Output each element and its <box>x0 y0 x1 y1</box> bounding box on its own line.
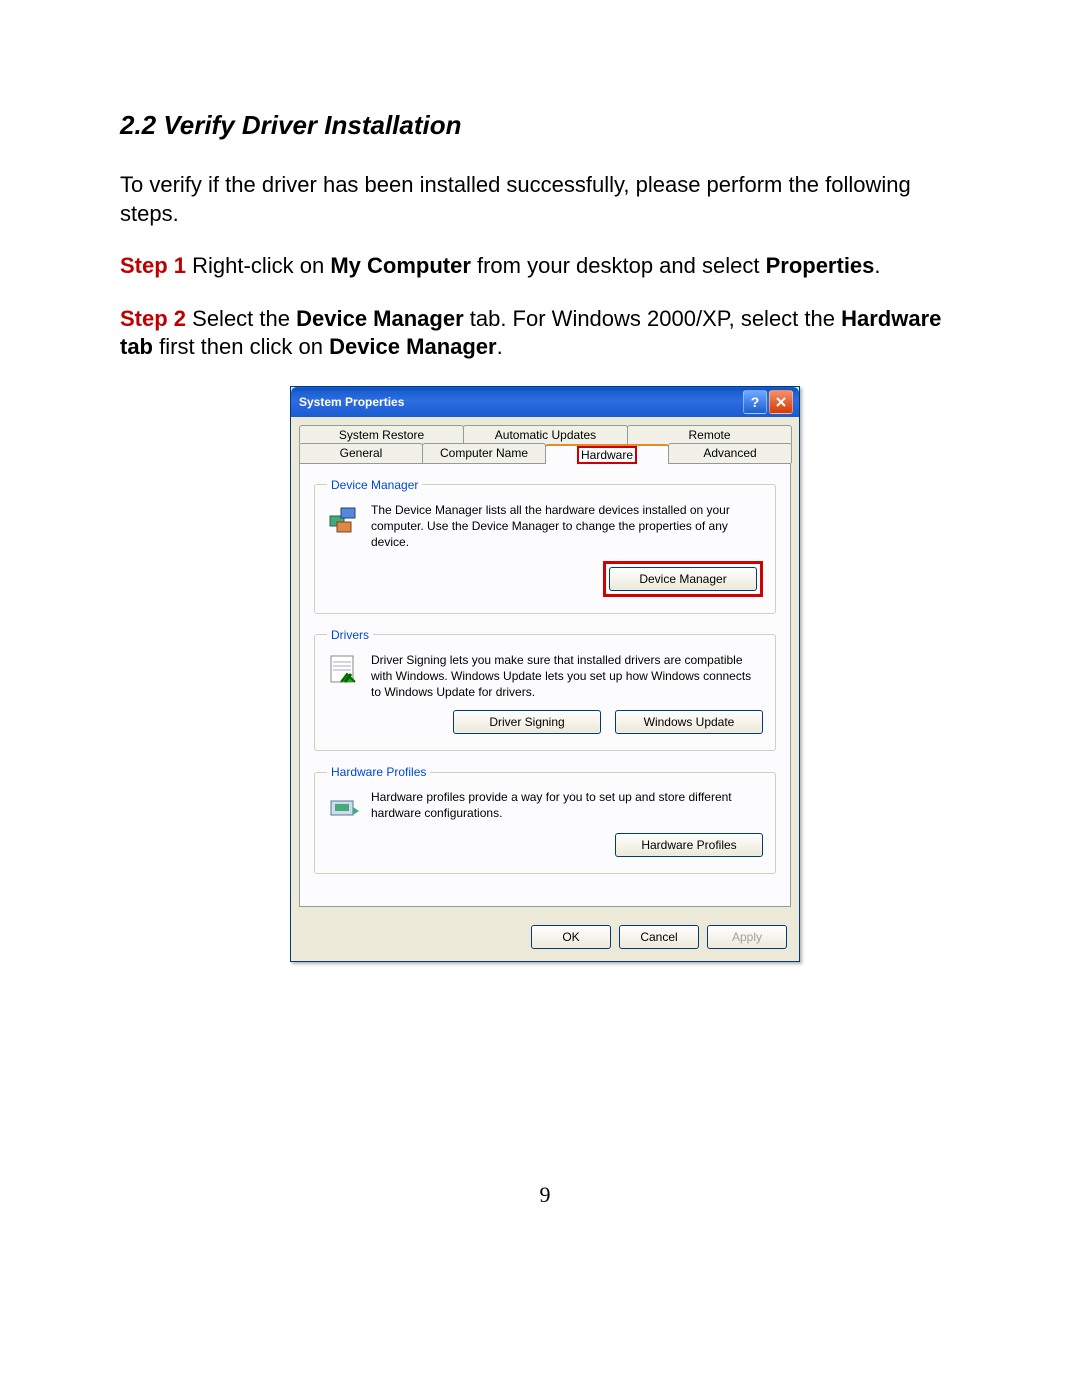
hardware-profiles-text: Hardware profiles provide a way for you … <box>371 789 763 823</box>
system-properties-dialog: System Properties ? System Restore Autom… <box>290 386 800 962</box>
tab-automatic-updates[interactable]: Automatic Updates <box>463 425 628 444</box>
apply-button[interactable]: Apply <box>707 925 787 949</box>
device-manager-button[interactable]: Device Manager <box>609 567 757 591</box>
tab-hardware[interactable]: Hardware <box>545 444 669 464</box>
close-icon <box>775 396 787 408</box>
help-button[interactable]: ? <box>743 390 767 414</box>
tab-advanced[interactable]: Advanced <box>668 443 792 463</box>
dialog-footer: OK Cancel Apply <box>291 915 799 961</box>
drivers-group: Drivers Driver Signing lets you make sur… <box>314 628 776 752</box>
device-manager-group: Device Manager The Device Manager lists … <box>314 478 776 614</box>
drivers-text: Driver Signing lets you make sure that i… <box>371 652 763 701</box>
driver-signing-button[interactable]: Driver Signing <box>453 710 601 734</box>
dialog-title: System Properties <box>299 395 404 409</box>
hardware-profiles-button[interactable]: Hardware Profiles <box>615 833 763 857</box>
step-1: Step 1 Right-click on My Computer from y… <box>120 252 970 281</box>
close-button[interactable] <box>769 390 793 414</box>
step-2: Step 2 Select the Device Manager tab. Fo… <box>120 305 970 362</box>
tab-computer-name[interactable]: Computer Name <box>422 443 546 463</box>
device-manager-legend: Device Manager <box>327 478 422 492</box>
tab-row-bottom: General Computer Name Hardware Advanced <box>299 443 791 463</box>
drivers-legend: Drivers <box>327 628 373 642</box>
hardware-profiles-legend: Hardware Profiles <box>327 765 430 779</box>
hardware-profiles-icon <box>327 789 361 823</box>
windows-update-button[interactable]: Windows Update <box>615 710 763 734</box>
device-manager-text: The Device Manager lists all the hardwar… <box>371 502 763 551</box>
tab-remote[interactable]: Remote <box>627 425 792 444</box>
tab-general[interactable]: General <box>299 443 423 463</box>
section-heading: 2.2 Verify Driver Installation <box>120 110 970 141</box>
tab-row-top: System Restore Automatic Updates Remote <box>299 425 791 444</box>
drivers-icon <box>327 652 361 686</box>
hardware-profiles-group: Hardware Profiles Hardware profiles prov… <box>314 765 776 874</box>
device-manager-icon <box>327 502 361 536</box>
device-manager-button-highlight: Device Manager <box>603 561 763 597</box>
ok-button[interactable]: OK <box>531 925 611 949</box>
cancel-button[interactable]: Cancel <box>619 925 699 949</box>
tab-system-restore[interactable]: System Restore <box>299 425 464 444</box>
step-1-label: Step 1 <box>120 253 186 278</box>
intro-paragraph: To verify if the driver has been install… <box>120 171 970 228</box>
titlebar[interactable]: System Properties ? <box>291 387 799 417</box>
step-2-label: Step 2 <box>120 306 186 331</box>
page-number: 9 <box>120 1182 970 1208</box>
tab-content-hardware: Device Manager The Device Manager lists … <box>299 463 791 907</box>
